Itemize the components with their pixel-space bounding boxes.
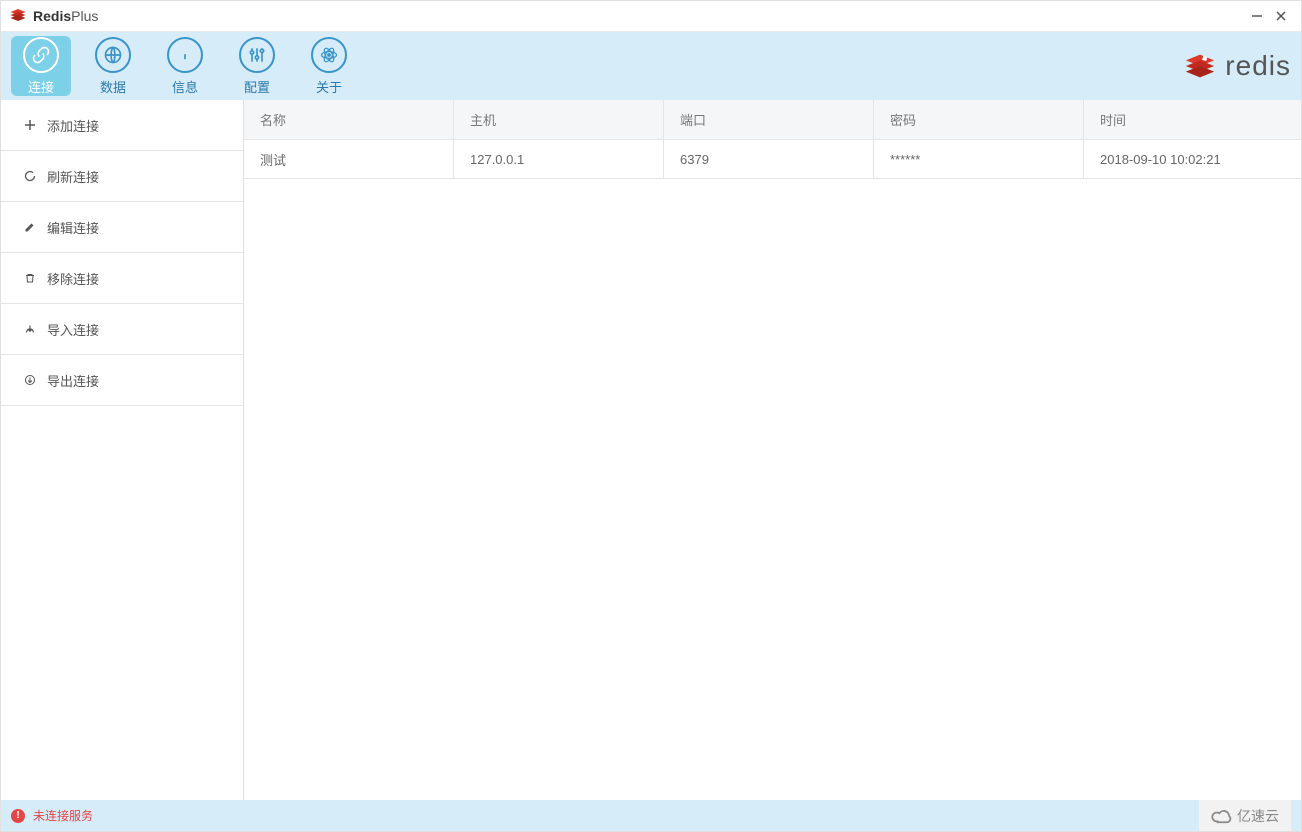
table-header-host[interactable]: 主机 bbox=[454, 100, 664, 140]
content-area: 名称 主机 端口 密码 时间 测试 127.0.0.1 6379 ****** … bbox=[244, 100, 1301, 800]
edit-icon bbox=[23, 221, 37, 233]
app-icon bbox=[9, 6, 27, 27]
table-row[interactable]: 测试 127.0.0.1 6379 ****** 2018-09-10 10:0… bbox=[244, 140, 1301, 179]
table-header-port[interactable]: 端口 bbox=[664, 100, 874, 140]
sidebar-item-export-connection[interactable]: 导出连接 bbox=[1, 355, 243, 406]
info-icon bbox=[167, 37, 203, 73]
sidebar-item-refresh-connection[interactable]: 刷新连接 bbox=[1, 151, 243, 202]
toolbar-tab-about[interactable]: 关于 bbox=[299, 36, 359, 96]
sidebar-item-label: 移除连接 bbox=[47, 269, 99, 288]
redis-logo: redis bbox=[1181, 49, 1291, 83]
toolbar-tab-label: 数据 bbox=[100, 77, 126, 96]
status-text: 未连接服务 bbox=[33, 807, 93, 824]
footer-cloud-logo: 亿速云 bbox=[1199, 800, 1291, 831]
table-header-password[interactable]: 密码 bbox=[874, 100, 1084, 140]
sidebar-item-label: 刷新连接 bbox=[47, 167, 99, 186]
toolbar-tab-info[interactable]: 信息 bbox=[155, 36, 215, 96]
link-icon bbox=[23, 37, 59, 73]
app-title: RedisPlus bbox=[33, 8, 98, 24]
sidebar-item-add-connection[interactable]: 添加连接 bbox=[1, 100, 243, 151]
globe-icon bbox=[95, 37, 131, 73]
sidebar: 添加连接 刷新连接 编辑连接 移除连接 导入连接 bbox=[1, 100, 244, 800]
cell-name: 测试 bbox=[244, 140, 454, 179]
toolbar-tab-data[interactable]: 数据 bbox=[83, 36, 143, 96]
plus-icon bbox=[23, 119, 37, 131]
sidebar-item-label: 添加连接 bbox=[47, 116, 99, 135]
toolbar-tab-label: 信息 bbox=[172, 77, 198, 96]
statusbar: ! 未连接服务 亿速云 bbox=[1, 800, 1301, 831]
sliders-icon bbox=[239, 37, 275, 73]
toolbar-tab-label: 配置 bbox=[244, 77, 270, 96]
cell-port: 6379 bbox=[664, 140, 874, 179]
footer-cloud-text: 亿速云 bbox=[1237, 806, 1279, 826]
table-header: 名称 主机 端口 密码 时间 bbox=[244, 100, 1301, 140]
sidebar-item-label: 导出连接 bbox=[47, 371, 99, 390]
cell-time: 2018-09-10 10:02:21 bbox=[1084, 140, 1301, 179]
cell-host: 127.0.0.1 bbox=[454, 140, 664, 179]
toolbar-tab-label: 关于 bbox=[316, 77, 342, 96]
sidebar-item-label: 导入连接 bbox=[47, 320, 99, 339]
cell-password: ****** bbox=[874, 140, 1084, 179]
sidebar-item-edit-connection[interactable]: 编辑连接 bbox=[1, 202, 243, 253]
redis-logo-text: redis bbox=[1225, 50, 1291, 82]
export-icon bbox=[23, 374, 37, 386]
sidebar-item-label: 编辑连接 bbox=[47, 218, 99, 237]
trash-icon bbox=[23, 272, 37, 284]
status-error-icon: ! bbox=[11, 809, 25, 823]
table-header-time[interactable]: 时间 bbox=[1084, 100, 1301, 140]
atom-icon bbox=[311, 37, 347, 73]
main-area: 添加连接 刷新连接 编辑连接 移除连接 导入连接 bbox=[1, 100, 1301, 800]
toolbar-tab-connection[interactable]: 连接 bbox=[11, 36, 71, 96]
refresh-icon bbox=[23, 170, 37, 182]
import-icon bbox=[23, 323, 37, 335]
toolbar-tab-label: 连接 bbox=[28, 77, 54, 96]
toolbar: 连接 数据 信息 配置 关于 redis bbox=[1, 32, 1301, 100]
table-header-name[interactable]: 名称 bbox=[244, 100, 454, 140]
close-button[interactable] bbox=[1269, 4, 1293, 28]
minimize-button[interactable] bbox=[1245, 4, 1269, 28]
toolbar-tab-config[interactable]: 配置 bbox=[227, 36, 287, 96]
titlebar: RedisPlus bbox=[1, 1, 1301, 32]
sidebar-item-import-connection[interactable]: 导入连接 bbox=[1, 304, 243, 355]
sidebar-item-remove-connection[interactable]: 移除连接 bbox=[1, 253, 243, 304]
